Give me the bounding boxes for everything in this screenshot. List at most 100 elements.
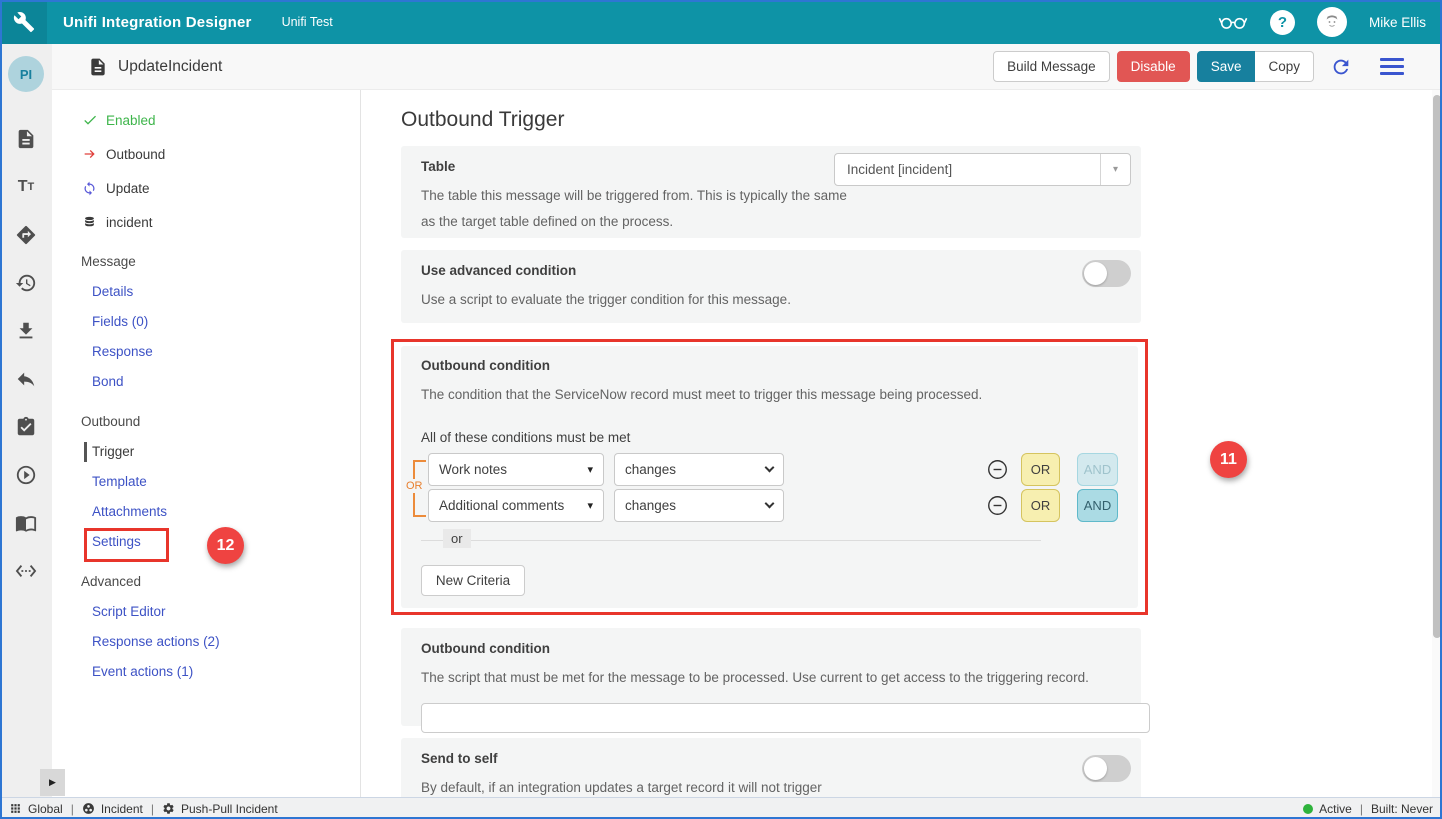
sidebar-section-advanced: Advanced xyxy=(81,574,360,590)
sidebar-item-trigger[interactable]: Trigger xyxy=(92,444,134,460)
message-sidebar: Enabled Outbound Update incident Message… xyxy=(52,90,361,797)
and-button[interactable]: AND xyxy=(1077,453,1118,486)
grid-icon xyxy=(9,802,22,815)
history-icon[interactable] xyxy=(14,271,38,295)
sidebar-item-attachments[interactable]: Attachments xyxy=(92,504,167,520)
menu-icon[interactable] xyxy=(1380,58,1404,75)
remove-condition-icon[interactable] xyxy=(987,459,1008,480)
sidebar-item-event-actions[interactable]: Event actions (1) xyxy=(92,664,193,680)
copy-button[interactable]: Copy xyxy=(1255,51,1314,82)
sidebar-item-fields[interactable]: Fields (0) xyxy=(92,314,148,330)
integration-avatar[interactable]: PI xyxy=(8,56,44,92)
advanced-condition-toggle[interactable] xyxy=(1082,260,1131,287)
outbound-condition-description: The condition that the ServiceNow record… xyxy=(421,382,1118,408)
active-status-icon xyxy=(1303,804,1313,814)
advanced-condition-label: Use advanced condition xyxy=(421,263,1121,278)
sidebar-item-bond[interactable]: Bond xyxy=(92,374,124,390)
condition-row: Additional comments ▾ changes OR AND xyxy=(428,489,1118,522)
sidebar-status-action[interactable]: Update xyxy=(82,180,360,196)
or-group-label: OR xyxy=(404,479,425,493)
and-button[interactable]: AND xyxy=(1077,489,1118,522)
disable-button[interactable]: Disable xyxy=(1117,51,1190,82)
wrench-icon xyxy=(13,11,35,33)
send-to-self-toggle[interactable] xyxy=(1082,755,1131,782)
script-condition-description: The script that must be met for the mess… xyxy=(421,665,1121,691)
help-icon[interactable]: ? xyxy=(1270,10,1295,35)
send-to-self-description: By default, if an integration updates a … xyxy=(421,775,1121,797)
sync-icon xyxy=(82,181,99,196)
app-title: Unifi Integration Designer xyxy=(63,14,252,31)
environment-name[interactable]: Unifi Test xyxy=(282,15,333,29)
or-button[interactable]: OR xyxy=(1021,453,1060,486)
gear-icon xyxy=(162,802,175,815)
user-name[interactable]: Mike Ellis xyxy=(1369,15,1426,30)
sidebar-item-template[interactable]: Template xyxy=(92,474,147,490)
send-to-self-label: Send to self xyxy=(421,751,1121,766)
caret-down-icon: ▾ xyxy=(587,499,593,512)
build-message-button[interactable]: Build Message xyxy=(993,51,1110,82)
sidebar-item-response-actions[interactable]: Response actions (2) xyxy=(92,634,220,650)
status-bar: Global | Incident | Push-Pull Incident A… xyxy=(0,797,1442,819)
chevron-down-icon xyxy=(765,463,775,473)
user-avatar[interactable] xyxy=(1317,7,1347,37)
script-condition-input[interactable] xyxy=(421,703,1150,733)
advanced-condition-description: Use a script to evaluate the trigger con… xyxy=(421,287,1121,313)
sidebar-status-enabled[interactable]: Enabled xyxy=(82,112,360,128)
sidebar-item-script-editor[interactable]: Script Editor xyxy=(92,604,166,620)
glasses-icon[interactable] xyxy=(1218,14,1248,30)
reply-icon[interactable] xyxy=(14,367,38,391)
or-divider-label: or xyxy=(443,529,471,548)
text-fields-icon[interactable]: TT xyxy=(14,175,38,199)
status-integration[interactable]: Push-Pull Incident xyxy=(181,802,278,816)
sidebar-section-message: Message xyxy=(81,254,360,270)
document-icon[interactable] xyxy=(14,127,38,151)
sidebar-item-response[interactable]: Response xyxy=(92,344,153,360)
documentation-icon[interactable] xyxy=(14,511,38,535)
scrollbar-track[interactable] xyxy=(1432,90,1442,797)
sidebar-section-outbound: Outbound xyxy=(81,414,360,430)
or-button[interactable]: OR xyxy=(1021,489,1060,522)
expand-rail-button[interactable]: ▶ xyxy=(40,769,65,796)
status-active: Active xyxy=(1319,802,1352,816)
table-card: Table The table this message will be tri… xyxy=(401,146,1141,238)
page-title: Outbound Trigger xyxy=(401,108,1432,132)
main-panel: Outbound Trigger Table The table this me… xyxy=(362,90,1432,797)
top-app-bar: Unifi Integration Designer Unifi Test ? … xyxy=(0,0,1442,44)
download-icon[interactable] xyxy=(14,319,38,343)
remove-condition-icon[interactable] xyxy=(987,495,1008,516)
status-process[interactable]: Incident xyxy=(101,802,143,816)
check-icon xyxy=(82,112,99,128)
annotation-highlight-box: Outbound condition The condition that th… xyxy=(391,339,1148,615)
record-title: UpdateIncident xyxy=(118,58,222,76)
directions-icon[interactable] xyxy=(14,223,38,247)
script-condition-card: Outbound condition The script that must … xyxy=(401,628,1141,726)
field-select[interactable]: Additional comments ▾ xyxy=(428,489,604,522)
tasks-icon[interactable] xyxy=(14,415,38,439)
table-select[interactable]: Incident [incident] ▾ xyxy=(834,153,1131,186)
play-circle-icon[interactable] xyxy=(14,463,38,487)
status-scope[interactable]: Global xyxy=(28,802,63,816)
script-condition-label: Outbound condition xyxy=(421,641,1121,656)
record-header: UpdateIncident Build Message Disable Sav… xyxy=(52,44,1442,90)
arrow-right-icon xyxy=(82,146,99,162)
scrollbar-thumb[interactable] xyxy=(1433,95,1441,638)
advanced-condition-card: Use advanced condition Use a script to e… xyxy=(401,250,1141,323)
database-icon xyxy=(82,215,99,230)
sidebar-item-details[interactable]: Details xyxy=(92,284,133,300)
annotation-step-12: 12 xyxy=(207,527,244,564)
operator-select[interactable]: changes xyxy=(614,453,784,486)
table-select-value: Incident [incident] xyxy=(835,162,1100,177)
caret-down-icon[interactable]: ▾ xyxy=(1100,154,1130,185)
save-button[interactable]: Save xyxy=(1197,51,1256,82)
table-description: The table this message will be triggered… xyxy=(421,183,1121,235)
annotation-step-11: 11 xyxy=(1210,441,1247,478)
code-icon[interactable] xyxy=(14,559,38,583)
sidebar-status-direction[interactable]: Outbound xyxy=(82,146,360,162)
app-logo[interactable] xyxy=(0,0,47,44)
refresh-icon[interactable] xyxy=(1330,56,1352,78)
field-select[interactable]: Work notes ▾ xyxy=(428,453,604,486)
new-criteria-button[interactable]: New Criteria xyxy=(421,565,525,596)
sidebar-status-table[interactable]: incident xyxy=(82,214,360,230)
condition-row: Work notes ▾ changes OR AND xyxy=(428,453,1118,486)
operator-select[interactable]: changes xyxy=(614,489,784,522)
